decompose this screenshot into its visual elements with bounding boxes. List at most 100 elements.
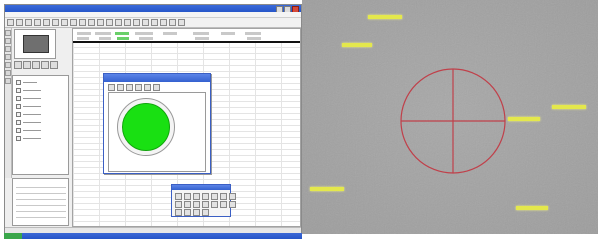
plot-tool-button[interactable] [153,84,160,91]
marker-label[interactable] [508,117,540,121]
plot-tool-button[interactable] [108,84,115,91]
property-row [16,217,66,218]
toolbar-button[interactable] [7,19,14,26]
list-item[interactable] [16,112,41,117]
camera-view[interactable] [302,0,598,241]
toolbar-button[interactable] [124,19,131,26]
tool-button[interactable] [5,62,11,68]
toolbar-button[interactable] [16,19,23,26]
filled-circle [122,103,170,151]
toolbar-button[interactable] [142,19,149,26]
tool-button[interactable] [5,38,11,44]
toolbar-button[interactable] [115,19,122,26]
checkbox[interactable] [16,136,21,141]
plot-tool-button[interactable] [144,84,151,91]
tool-button[interactable] [5,78,11,84]
panel-button[interactable] [23,61,31,69]
plot-tool-button[interactable] [117,84,124,91]
plot-area [108,92,206,172]
header-cell [117,37,129,40]
plot-tool-button[interactable] [126,84,133,91]
list-item[interactable] [16,120,41,125]
toolbar-button[interactable] [79,19,86,26]
toolbar-button[interactable] [106,19,113,26]
tool-button[interactable] [5,30,11,36]
properties-panel [12,178,69,226]
toolbox-button[interactable] [175,201,182,208]
checkbox[interactable] [16,112,21,117]
toolbox-button[interactable] [220,193,227,200]
spreadsheet-header [73,29,300,43]
toolbox-button[interactable] [202,209,209,216]
toolbar-button[interactable] [169,19,176,26]
toolbar-button[interactable] [52,19,59,26]
toolbox-button[interactable] [229,201,236,208]
toolbox-button[interactable] [175,193,182,200]
list-item[interactable] [16,128,41,133]
toolbar-button[interactable] [178,19,185,26]
checkbox[interactable] [16,128,21,133]
toolbar-button[interactable] [151,19,158,26]
toolbox-button[interactable] [193,201,200,208]
toolbox-button[interactable] [202,201,209,208]
toolbox-button[interactable] [175,209,182,216]
toolbox-button[interactable] [211,201,218,208]
property-row [16,193,66,194]
header-cell [245,32,261,35]
start-button[interactable] [4,233,22,239]
toolbox-button[interactable] [193,193,200,200]
tool-button[interactable] [5,70,11,76]
list-item[interactable] [16,88,41,93]
tool-button[interactable] [5,54,11,60]
toolbox-button[interactable] [184,201,191,208]
toolbar-button[interactable] [97,19,104,26]
list-item[interactable] [16,136,41,141]
toolbar-button[interactable] [160,19,167,26]
toolbar-button[interactable] [133,19,140,26]
marker-label[interactable] [342,43,372,47]
panel-button[interactable] [41,61,49,69]
main-toolbar [5,18,301,28]
tool-button[interactable] [5,46,11,52]
toolbox-button[interactable] [202,193,209,200]
checkbox[interactable] [16,80,21,85]
header-cell [163,32,177,35]
plot-tool-button[interactable] [135,84,142,91]
toolbox-row [175,193,236,200]
toolbar-button[interactable] [25,19,32,26]
toolbar-button[interactable] [88,19,95,26]
header-cell [77,32,91,35]
item-label [23,138,41,139]
toolbox-button[interactable] [193,209,200,216]
marker-label[interactable] [516,206,548,210]
panel-toolbar [14,61,68,69]
list-item[interactable] [16,80,37,85]
checkbox[interactable] [16,104,21,109]
list-item[interactable] [16,96,41,101]
panel-button[interactable] [32,61,40,69]
toolbar-button[interactable] [34,19,41,26]
plot-window-title-bar[interactable] [104,74,210,82]
marker-label[interactable] [552,105,586,109]
property-row [16,187,66,188]
checkbox[interactable] [16,120,21,125]
panel-button[interactable] [50,61,58,69]
toolbox-button[interactable] [184,193,191,200]
toolbar-button[interactable] [61,19,68,26]
panel-button[interactable] [14,61,22,69]
toolbox-button[interactable] [220,201,227,208]
toolbox-title-bar[interactable] [172,185,230,190]
header-cell [247,37,261,40]
toolbar-button[interactable] [43,19,50,26]
plot-window[interactable] [103,73,211,174]
marker-label[interactable] [368,15,402,19]
floating-toolbox[interactable] [171,184,236,217]
toolbox-button[interactable] [229,193,236,200]
checkbox[interactable] [16,96,21,101]
toolbox-button[interactable] [211,193,218,200]
toolbox-button[interactable] [184,209,191,216]
marker-label[interactable] [310,187,344,191]
toolbar-button[interactable] [70,19,77,26]
checkbox[interactable] [16,88,21,93]
list-item[interactable] [16,104,41,109]
